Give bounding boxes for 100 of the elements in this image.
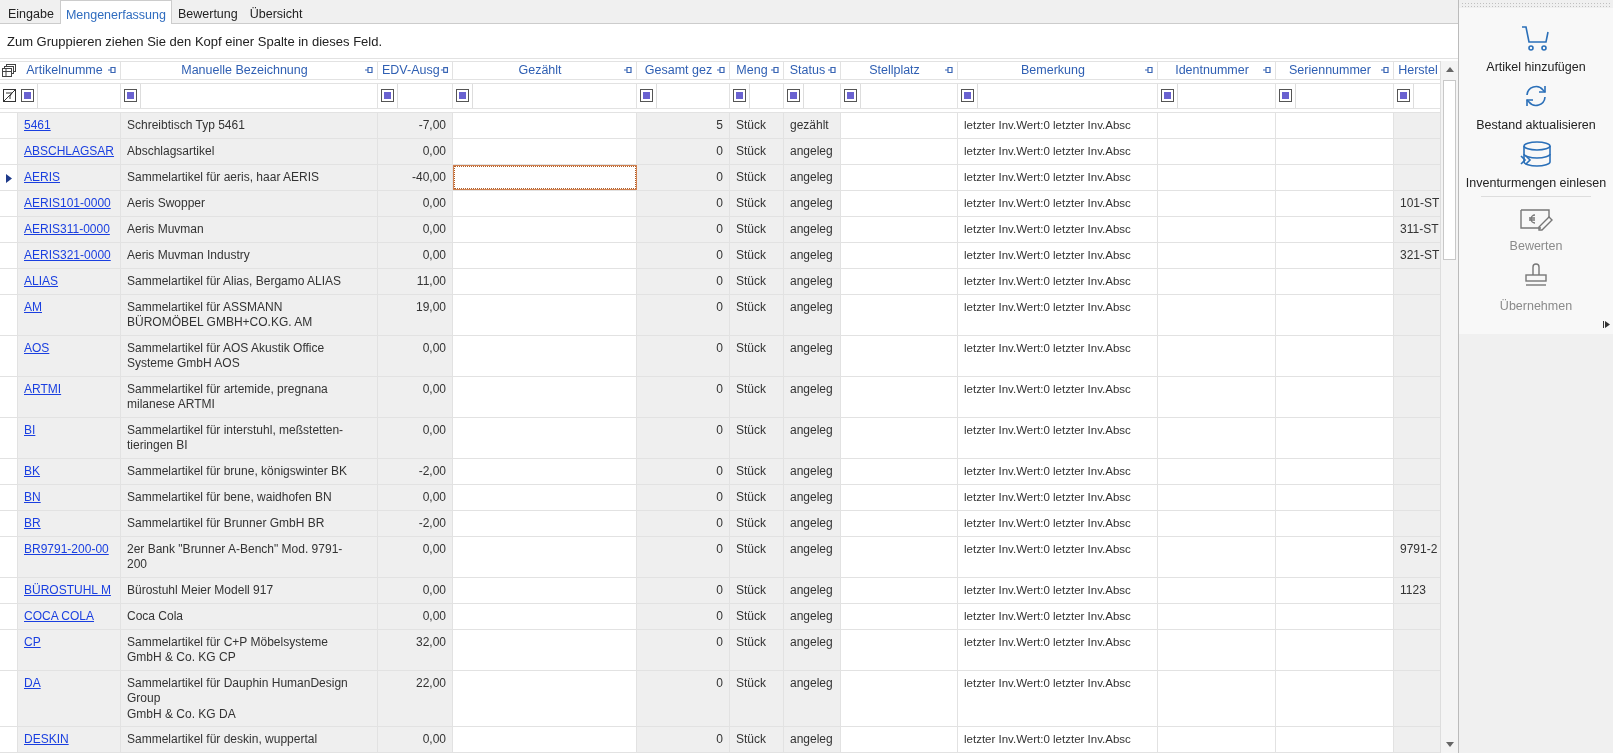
- pin-icon[interactable]: [827, 66, 837, 75]
- table-cell: 311-ST: [1394, 216, 1440, 242]
- scroll-thumb[interactable]: [1443, 80, 1456, 260]
- tab[interactable]: Mengenerfassung: [59, 0, 172, 24]
- article-link[interactable]: BN: [18, 484, 121, 510]
- article-link[interactable]: BI: [18, 417, 121, 458]
- scroll-down-icon[interactable]: [1445, 742, 1454, 747]
- table-cell: angeleg: [784, 138, 841, 164]
- table-cell: angeleg: [784, 510, 841, 536]
- column-header[interactable]: Manuelle Bezeichnung: [121, 62, 378, 79]
- vertical-scrollbar[interactable]: [1440, 61, 1458, 753]
- table-cell: Stück: [730, 484, 784, 510]
- tab[interactable]: Übersicht: [243, 0, 309, 23]
- filter-operator-icon[interactable]: [381, 89, 394, 102]
- table-cell[interactable]: [453, 164, 637, 190]
- table-cell: angeleg: [784, 164, 841, 190]
- pin-icon[interactable]: [1380, 66, 1390, 75]
- column-header[interactable]: Gezählt: [453, 62, 637, 79]
- table-cell: 0: [637, 376, 730, 417]
- table-cell: angeleg: [784, 268, 841, 294]
- column-header[interactable]: EDV-Ausg: [378, 62, 453, 79]
- article-link[interactable]: AERIS321-0000: [18, 242, 121, 268]
- table-cell: 0,00: [378, 335, 453, 376]
- table-cell: 5: [637, 112, 730, 138]
- column-header[interactable]: Seriennummer: [1276, 62, 1394, 79]
- clear-filter-icon[interactable]: [2, 89, 16, 102]
- table-cell: Stück: [730, 536, 784, 577]
- pin-icon[interactable]: [716, 66, 726, 75]
- filter-operator-icon[interactable]: [640, 89, 653, 102]
- article-link[interactable]: 5461: [18, 112, 121, 138]
- article-link[interactable]: BK: [18, 458, 121, 484]
- filter-operator-icon[interactable]: [733, 89, 746, 102]
- article-link[interactable]: ALIAS: [18, 268, 121, 294]
- expand-icon[interactable]: [1603, 321, 1610, 328]
- article-link[interactable]: AM: [18, 294, 121, 335]
- table-cell: angeleg: [784, 294, 841, 335]
- filter-operator-icon[interactable]: [1279, 89, 1292, 102]
- table-cell: angeleg: [784, 484, 841, 510]
- table-cell: 0: [637, 294, 730, 335]
- table-cell: Stück: [730, 268, 784, 294]
- table-cell: Sammelartikel für Brunner GmbH BR: [121, 510, 378, 536]
- pin-icon[interactable]: [770, 66, 780, 75]
- article-link[interactable]: BÜROSTUHL M: [18, 577, 121, 603]
- column-header[interactable]: Bemerkung: [958, 62, 1158, 79]
- table-cell: 2er Bank "Brunner A-Bench" Mod. 9791- 200: [121, 536, 378, 577]
- article-link[interactable]: AOS: [18, 335, 121, 376]
- action-button[interactable]: Inventurmengen einlesen: [1461, 136, 1611, 194]
- article-link[interactable]: DESKIN: [18, 727, 121, 752]
- scroll-up-icon[interactable]: [1445, 67, 1454, 72]
- article-link[interactable]: AERIS101-0000: [18, 190, 121, 216]
- table-cell: Stück: [730, 510, 784, 536]
- tab[interactable]: Eingabe: [2, 0, 60, 23]
- table-cell: 0: [637, 510, 730, 536]
- article-link[interactable]: BR: [18, 510, 121, 536]
- article-link[interactable]: AERIS311-0000: [18, 216, 121, 242]
- pin-icon[interactable]: [944, 66, 954, 75]
- table-cell: 0: [637, 242, 730, 268]
- article-link[interactable]: DA: [18, 670, 121, 726]
- action-button[interactable]: Artikel hinzufügen: [1461, 20, 1611, 78]
- article-link[interactable]: ARTMI: [18, 376, 121, 417]
- pin-icon[interactable]: [1262, 66, 1272, 75]
- tab[interactable]: Bewertung: [171, 0, 244, 23]
- filter-operator-icon[interactable]: [844, 89, 857, 102]
- filter-operator-icon[interactable]: [787, 89, 800, 102]
- table-cell: Sammelartikel für ASSMANN BÜROMÖBEL GMBH+CO.KG. AM: [121, 294, 378, 335]
- filter-operator-icon[interactable]: [1161, 89, 1174, 102]
- table-cell: Stück: [730, 577, 784, 603]
- euro-note-icon: [1519, 207, 1553, 231]
- filter-operator-icon[interactable]: [961, 89, 974, 102]
- table-cell: Stück: [730, 603, 784, 629]
- column-header[interactable]: Gesamt gez: [637, 62, 730, 79]
- column-header[interactable]: Status: [784, 62, 841, 79]
- table-cell: Stück: [730, 335, 784, 376]
- action-button[interactable]: Bestand aktualisieren: [1461, 78, 1611, 136]
- filter-operator-icon[interactable]: [1397, 89, 1410, 102]
- table-cell: Stück: [730, 112, 784, 138]
- pin-icon[interactable]: [364, 66, 374, 75]
- table-cell: angeleg: [784, 417, 841, 458]
- filter-operator-icon[interactable]: [456, 89, 469, 102]
- column-header[interactable]: Identnummer: [1158, 62, 1276, 79]
- column-header[interactable]: Meng: [730, 62, 784, 79]
- article-link[interactable]: BR9791-200-00: [18, 536, 121, 577]
- pin-icon[interactable]: [1144, 66, 1154, 75]
- filter-operator-icon[interactable]: [124, 89, 137, 102]
- table-cell: 0,00: [378, 484, 453, 510]
- pin-icon[interactable]: [623, 66, 633, 75]
- article-link[interactable]: AERIS: [18, 164, 121, 190]
- table-cell: 0: [637, 577, 730, 603]
- filter-operator-icon[interactable]: [21, 89, 34, 102]
- table-cell: Stück: [730, 727, 784, 752]
- column-chooser-icon[interactable]: [2, 63, 16, 77]
- article-link[interactable]: CP: [18, 629, 121, 670]
- article-link[interactable]: COCA COLA: [18, 603, 121, 629]
- table-cell: 19,00: [378, 294, 453, 335]
- pin-icon[interactable]: [439, 66, 449, 75]
- article-link[interactable]: ABSCHLAGSAR: [18, 138, 121, 164]
- column-header[interactable]: Artikelnumme: [18, 62, 121, 79]
- group-by-panel[interactable]: Zum Gruppieren ziehen Sie den Kopf einer Spalte in dieses Feld.: [0, 24, 1458, 59]
- column-header[interactable]: Stellplatz: [841, 62, 958, 79]
- pin-icon[interactable]: [107, 66, 117, 75]
